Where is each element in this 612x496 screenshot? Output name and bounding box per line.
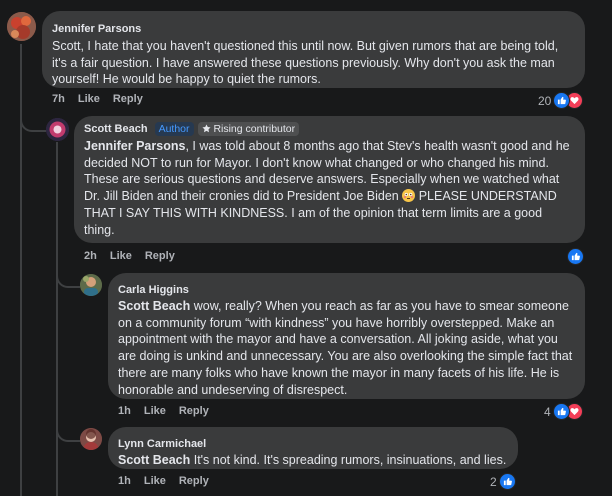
comment-text: Jennifer Parsons, I was told about 8 mon… [84,138,575,238]
reaction-summary[interactable] [567,248,584,265]
comment-actions: 7h Like Reply [52,93,143,105]
comment-bubble: Jennifer Parsons Scott, I hate that you … [42,11,585,88]
star-icon [201,124,211,133]
comment-time[interactable]: 7h [52,93,65,105]
reaction-summary[interactable]: 20 [538,92,584,109]
like-reaction-icon [498,473,516,490]
comment-text: Scott Beach wow, really? When you reach … [118,298,575,398]
avatar[interactable] [80,428,102,450]
comment-bubble: Carla Higgins Scott Beach wow, really? W… [108,273,585,399]
comment-time[interactable]: 1h [118,405,131,417]
avatar-image-icon [80,428,102,450]
reaction-count: 20 [538,93,552,108]
thread-connector [56,420,80,442]
reaction-summary[interactable]: 2 [490,473,516,490]
like-reaction-icon [552,403,570,420]
avatar-image-icon [7,12,36,41]
author-badge: Author [154,122,194,136]
avatar[interactable] [7,12,36,41]
comment-author[interactable]: Carla Higgins [118,284,189,296]
reply-button[interactable]: Reply [113,93,143,105]
reaction-count: 4 [544,404,551,419]
comment-actions: 1h Like Reply [118,475,209,487]
avatar-image-icon [80,274,102,296]
like-button[interactable]: Like [78,93,100,105]
comment-actions: 2h Like Reply [84,250,175,262]
comment-author[interactable]: Lynn Carmichael [118,438,206,450]
comment-bubble: Scott Beach Author Rising contributor Je… [74,116,585,243]
comment-author[interactable]: Jennifer Parsons [52,23,141,35]
thread-connector [20,108,46,132]
avatar[interactable] [80,274,102,296]
flushed-face-icon [402,189,416,203]
reaction-summary[interactable]: 4 [544,403,583,420]
reply-button[interactable]: Reply [179,405,209,417]
comment-text: Scott Beach It's not kind. It's spreadin… [118,452,508,469]
comment-time[interactable]: 1h [118,475,131,487]
like-button[interactable]: Like [144,405,166,417]
comment-text: Scott, I hate that you haven't questione… [52,39,559,87]
rising-contributor-badge: Rising contributor [197,122,300,136]
thread-line-reply [56,142,58,496]
mention-link[interactable]: Scott Beach [118,453,190,467]
like-reaction-icon [567,248,584,265]
mention-link[interactable]: Jennifer Parsons [84,139,185,153]
mention-link[interactable]: Scott Beach [118,299,190,313]
comment-time[interactable]: 2h [84,250,97,262]
comment-text-part: wow, really? When you reach as far as yo… [118,299,573,397]
comment-bubble: Lynn Carmichael Scott Beach It's not kin… [108,427,518,469]
reply-button[interactable]: Reply [179,475,209,487]
comment-actions: 1h Like Reply [118,405,209,417]
reaction-count: 2 [490,474,497,489]
thread-connector [56,266,80,288]
like-button[interactable]: Like [110,250,132,262]
like-button[interactable]: Like [144,475,166,487]
avatar-image-icon [46,118,69,141]
reply-button[interactable]: Reply [145,250,175,262]
comment-text-part: It's not kind. It's spreading rumors, in… [190,453,507,467]
comment-author[interactable]: Scott Beach [84,123,148,135]
avatar[interactable] [46,118,69,141]
rising-contributor-label: Rising contributor [213,123,296,135]
